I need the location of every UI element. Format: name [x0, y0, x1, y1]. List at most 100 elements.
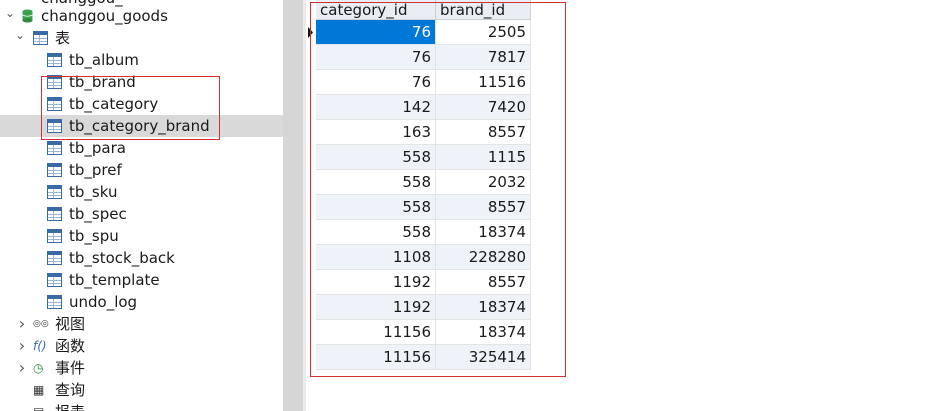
chevron-right-icon[interactable]: ›	[16, 335, 28, 357]
tree-item-tables-group[interactable]: ⌄ 表	[0, 27, 283, 49]
grid-cell[interactable]: 325414	[436, 345, 531, 370]
grid-cell[interactable]: 18374	[436, 295, 531, 320]
tree-item-table[interactable]: undo_log	[0, 291, 283, 313]
chevron-down-icon[interactable]: ⌄	[4, 5, 16, 27]
tree-item-group[interactable]: › f() 函数	[0, 335, 283, 357]
row-indicator[interactable]	[306, 170, 316, 195]
grid-cell[interactable]: 558	[316, 145, 436, 170]
tree-item-group[interactable]: ▤报表	[0, 401, 283, 411]
glasses-icon: ◎◎	[33, 319, 49, 329]
grid-cell[interactable]: 163	[316, 120, 436, 145]
report-icon: ▤	[33, 401, 53, 411]
chevron-right-icon[interactable]: ›	[16, 313, 28, 335]
row-indicator[interactable]	[306, 95, 316, 120]
table-icon	[47, 229, 62, 243]
query-icon: ▦	[33, 383, 45, 397]
row-indicator[interactable]	[306, 220, 316, 245]
table-icon	[47, 53, 62, 67]
column-header-category-id[interactable]: category_id	[316, 0, 436, 20]
tree-item-label: tb_spec	[69, 205, 127, 223]
grid-cell[interactable]: 1192	[316, 270, 436, 295]
tree-item-label: tb_sku	[69, 183, 118, 201]
table-icon	[47, 97, 62, 111]
tree-item-group[interactable]: › ◎◎ 视图	[0, 313, 283, 335]
tree-item-table[interactable]: tb_category_brand	[0, 115, 283, 137]
tree-item-table[interactable]: tb_brand	[0, 71, 283, 93]
tree-item-table[interactable]: tb_template	[0, 269, 283, 291]
tree-item-table[interactable]: tb_pref	[0, 159, 283, 181]
grid-cell[interactable]: 7420	[436, 95, 531, 120]
chevron-down-icon[interactable]: ⌄	[14, 27, 26, 49]
table-icon	[47, 251, 62, 265]
row-indicator[interactable]	[306, 320, 316, 345]
grid-cell[interactable]: 1115	[436, 145, 531, 170]
grid-cell[interactable]: 8557	[436, 120, 531, 145]
grid-cell[interactable]: 2505	[436, 20, 531, 45]
tree-item-label: tb_category	[69, 95, 159, 113]
grid-cell[interactable]: 8557	[436, 195, 531, 220]
row-indicator[interactable]	[306, 45, 316, 70]
tree-item-label: 视图	[55, 315, 86, 333]
row-indicator[interactable]	[306, 295, 316, 320]
tree-item-label: tb_pref	[69, 161, 122, 179]
table-icon	[47, 295, 62, 309]
row-indicator[interactable]	[306, 345, 316, 370]
row-indicator[interactable]	[306, 245, 316, 270]
grid-cell[interactable]: 2032	[436, 170, 531, 195]
grid-cell[interactable]: 1108	[316, 245, 436, 270]
table-icon	[47, 141, 62, 155]
table-icon	[47, 119, 62, 133]
tree-item-table[interactable]: tb_spec	[0, 203, 283, 225]
navigator-pane: changgou_⌄changgou_goods⌄表tb_albumtb_bra…	[0, 0, 283, 411]
row-indicator[interactable]	[306, 70, 316, 95]
grid-cell[interactable]: 76	[316, 70, 436, 95]
database-icon	[22, 9, 33, 23]
grid-cell[interactable]: 18374	[436, 320, 531, 345]
column-header-brand-id[interactable]: brand_id	[436, 0, 531, 20]
tree-item-group[interactable]: › ◷ 事件	[0, 357, 283, 379]
splitter-bar[interactable]	[283, 0, 303, 411]
current-row-arrow-icon	[308, 27, 313, 38]
tree-item-table[interactable]: tb_category	[0, 93, 283, 115]
tree-item-table[interactable]: tb_album	[0, 49, 283, 71]
grid-cell[interactable]: 558	[316, 170, 436, 195]
tree-item-table[interactable]: tb_sku	[0, 181, 283, 203]
tree-item-label: tb_stock_back	[69, 249, 175, 267]
grid-cell[interactable]: 558	[316, 220, 436, 245]
tree-item-label: tb_brand	[69, 73, 136, 91]
grid-cell[interactable]: 1192	[316, 295, 436, 320]
chevron-right-icon[interactable]: ›	[16, 357, 28, 379]
row-indicator[interactable]	[306, 20, 316, 45]
table-icon	[47, 163, 62, 177]
grid-cell[interactable]: 11516	[436, 70, 531, 95]
table-group-icon	[33, 31, 48, 45]
event-clock-icon: ◷	[33, 361, 44, 375]
row-indicator[interactable]	[306, 270, 316, 295]
tree-item-table[interactable]: tb_stock_back	[0, 247, 283, 269]
grid-cell[interactable]: 11156	[316, 320, 436, 345]
grid-cell[interactable]: 8557	[436, 270, 531, 295]
row-indicator[interactable]	[306, 145, 316, 170]
tree-item-label: 函数	[55, 337, 86, 355]
grid-cell[interactable]: 7817	[436, 45, 531, 70]
tree-item-label: tb_para	[69, 139, 126, 157]
tree-item-database[interactable]: ⌄ changgou_goods	[0, 5, 283, 27]
tree-item-label: 表	[55, 29, 71, 47]
row-indicator[interactable]	[306, 120, 316, 145]
grid-cell[interactable]: 228280	[436, 245, 531, 270]
grid-cell[interactable]: 76	[316, 45, 436, 70]
row-indicator[interactable]	[306, 195, 316, 220]
tree-item-label: tb_spu	[69, 227, 119, 245]
table-icon	[47, 207, 62, 221]
grid-cell[interactable]: 142	[316, 95, 436, 120]
tree-item-table[interactable]: tb_spu	[0, 225, 283, 247]
grid-cell[interactable]: 18374	[436, 220, 531, 245]
tree-item-table[interactable]: tb_para	[0, 137, 283, 159]
grid-cell[interactable]: 558	[316, 195, 436, 220]
grid-cell[interactable]: 76	[316, 20, 436, 45]
tree-item-label: undo_log	[69, 293, 138, 311]
tree-item-group[interactable]: ▦ 查询	[0, 379, 283, 401]
tree-item-label: 查询	[55, 381, 86, 399]
grid-cell[interactable]: 11156	[316, 345, 436, 370]
tree-item-label: 报表	[55, 401, 85, 411]
